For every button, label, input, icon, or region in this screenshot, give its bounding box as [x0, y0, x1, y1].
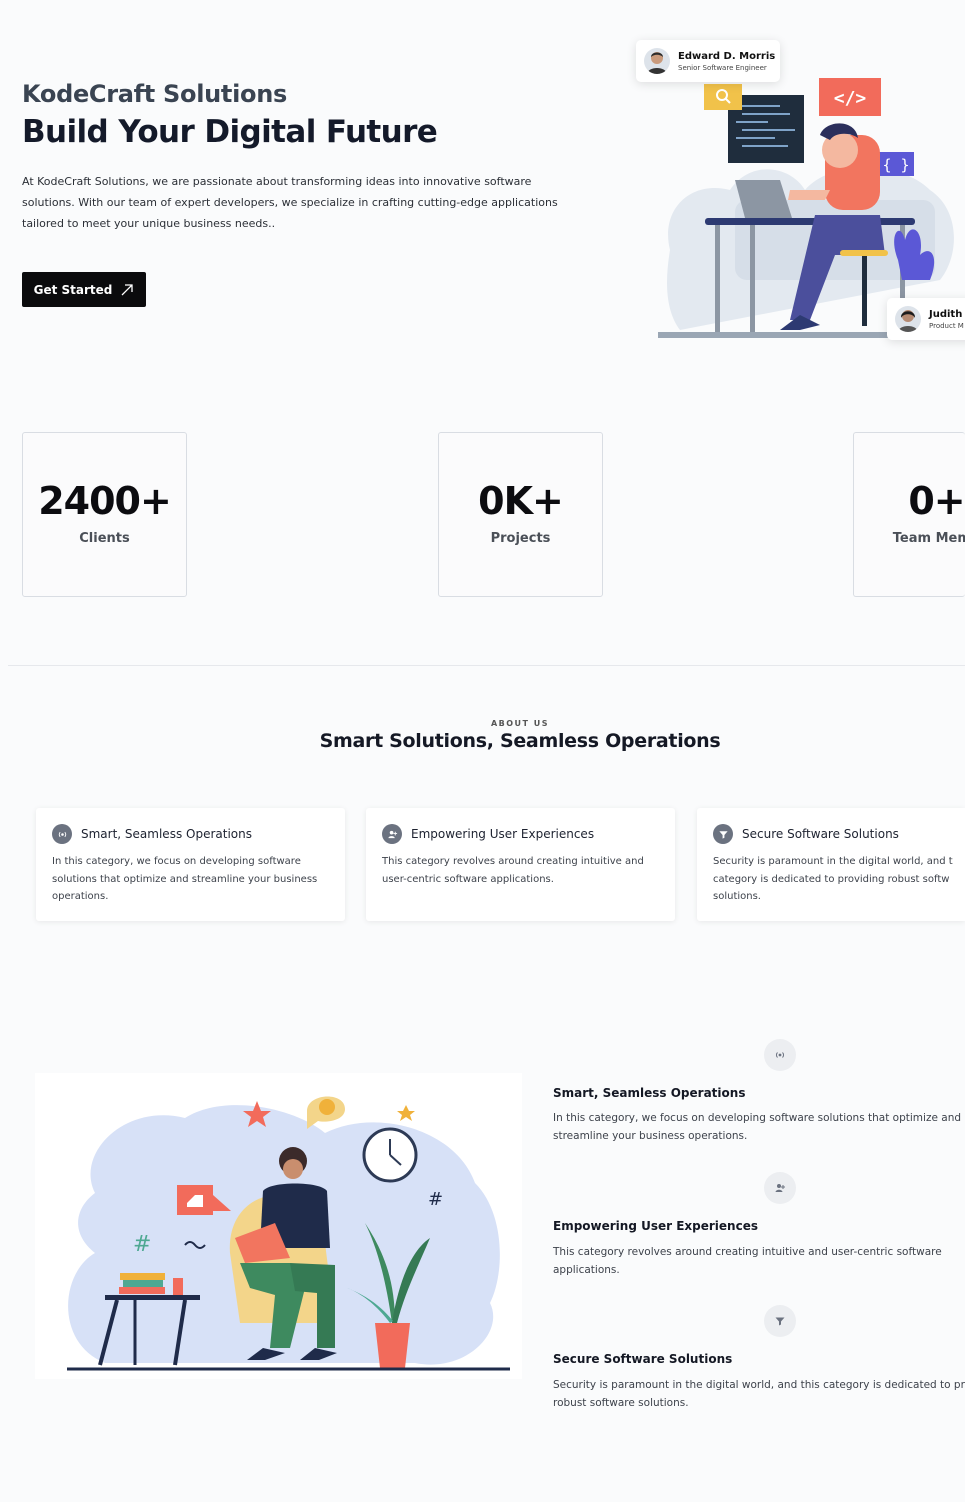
about-card-operations: Smart, Seamless Operations In this categ… [36, 808, 345, 921]
card-text: Security is paramount in the digital wor… [713, 856, 953, 902]
feature-title: Secure Software Solutions [553, 1352, 733, 1366]
person-with-laptop-illustration: # # [35, 1073, 522, 1379]
feature-text: Security is paramount in the digital wor… [553, 1379, 965, 1409]
shield-filter-icon [713, 824, 733, 844]
feature-text: This category revolves around creating i… [553, 1246, 942, 1276]
stat-label: Team Memb [892, 531, 965, 546]
card-title: Secure Software Solutions [742, 827, 899, 841]
hero-intro: At KodeCraft Solutions, we are passionat… [22, 175, 558, 230]
stat-value: 0+ [908, 479, 965, 523]
broadcast-icon [764, 1039, 796, 1071]
avatar [644, 48, 670, 74]
stat-label: Clients [79, 531, 130, 546]
about-card-user-experiences: Empowering User Experiences This categor… [366, 808, 675, 921]
team-member-name: Judith I [929, 308, 965, 320]
avatar [895, 306, 921, 332]
page-headline: Build Your Digital Future [22, 114, 438, 150]
brand-name: KodeCraft Solutions [22, 80, 287, 108]
about-card-security: Secure Software Solutions Security is pa… [697, 808, 965, 921]
stat-label: Projects [490, 531, 551, 546]
team-member-card: Judith I Product M [887, 298, 965, 340]
feature-title: Smart, Seamless Operations [553, 1086, 746, 1100]
team-member-card: Edward D. Morris Senior Software Enginee… [636, 40, 780, 82]
team-member-name: Edward D. Morris [678, 50, 776, 62]
stat-card-team-members: 0+ Team Memb [853, 432, 965, 597]
shield-filter-icon [764, 1305, 796, 1337]
feature-text: In this category, we focus on developing… [553, 1112, 962, 1142]
team-member-role: Product M [929, 321, 964, 330]
card-title: Smart, Seamless Operations [81, 827, 252, 841]
about-eyebrow: ABOUT US [490, 719, 550, 728]
stat-card-clients: 2400+ Clients [22, 432, 187, 597]
user-plus-icon [382, 824, 402, 844]
team-member-role: Senior Software Engineer [678, 63, 767, 72]
about-title: Smart Solutions, Seamless Operations [319, 730, 721, 752]
svg-text:#: # [428, 1189, 443, 1210]
svg-text:{ }: { } [882, 156, 909, 174]
user-plus-icon [764, 1172, 796, 1204]
get-started-label: Get Started [33, 282, 113, 297]
card-text: In this category, we focus on developing… [52, 856, 318, 902]
broadcast-icon [52, 824, 72, 844]
stat-value: 2400+ [38, 479, 172, 523]
svg-text:#: # [133, 1232, 151, 1257]
feature-title: Empowering User Experiences [553, 1219, 758, 1233]
get-started-button[interactable]: Get Started [22, 272, 146, 307]
arrow-up-right-icon [121, 283, 134, 295]
card-title: Empowering User Experiences [411, 827, 595, 841]
card-text: This category revolves around creating i… [382, 856, 644, 885]
stat-card-projects: 0K+ Projects [438, 432, 603, 597]
stat-value: 0K+ [478, 479, 564, 523]
svg-text:</>: </> [834, 88, 867, 109]
section-divider [8, 665, 965, 666]
